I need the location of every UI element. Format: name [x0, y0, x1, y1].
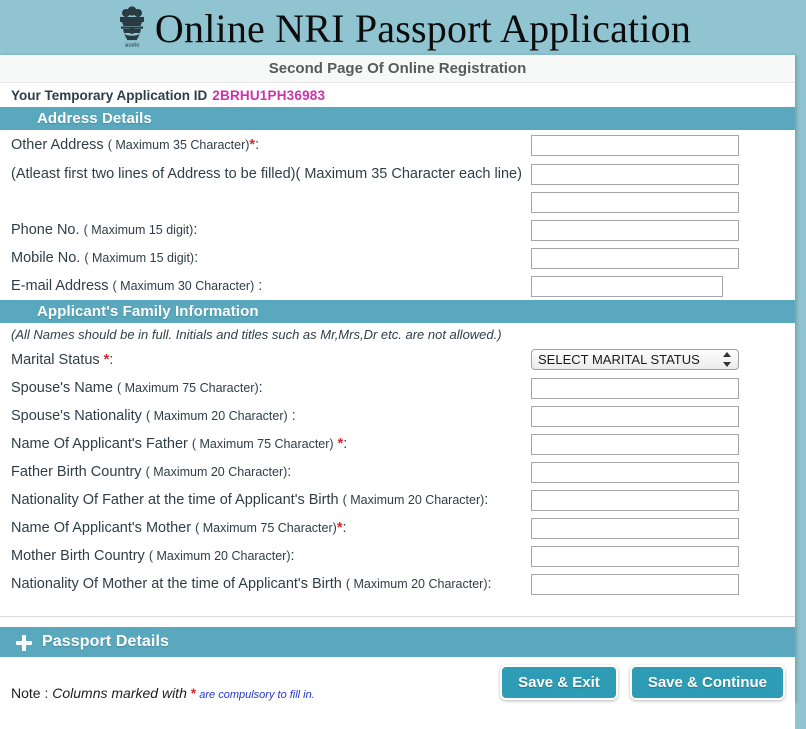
- application-id-value: 2BRHU1PH36983: [212, 87, 326, 103]
- section-header-family-information: Applicant's Family Information: [0, 300, 795, 323]
- phone-no-input[interactable]: [531, 219, 739, 241]
- spouse-nationality-input[interactable]: [531, 405, 739, 427]
- spouse-name-input[interactable]: [531, 377, 739, 399]
- father-birth-country-input[interactable]: [531, 461, 739, 483]
- field-row-marital-status: Marital Status *: SELECT MARITAL STATUS: [0, 345, 795, 374]
- label-address-hint: (Atleast first two lines of Address to b…: [11, 166, 522, 182]
- label-father-nationality-at-birth: Nationality Of Father at the time of App…: [11, 492, 489, 508]
- mobile-no-input[interactable]: [531, 247, 739, 269]
- label-marital-status: Marital Status *:: [11, 351, 114, 368]
- save-and-exit-button[interactable]: Save & Exit: [500, 665, 618, 700]
- divider-gap: [0, 617, 795, 627]
- label-mobile-no: Mobile No. ( Maximum 15 digit):: [11, 250, 199, 266]
- family-information-form: (All Names should be in full. Initials a…: [0, 323, 795, 627]
- label-mother-nationality-at-birth: Nationality Of Mother at the time of App…: [11, 576, 492, 592]
- svg-text:सत्यमेव: सत्यमेव: [125, 42, 139, 49]
- field-row-mother-name: Name Of Applicant's Mother ( Maximum 75 …: [0, 514, 795, 542]
- field-row-father-name: Name Of Applicant's Father ( Maximum 75 …: [0, 430, 795, 458]
- plus-icon: [16, 635, 32, 651]
- address-details-form: Other Address ( Maximum 35 Character)*: …: [0, 130, 795, 300]
- field-row-father-birth-country: Father Birth Country ( Maximum 20 Charac…: [0, 458, 795, 486]
- field-row-spouse-nationality: Spouse's Nationality ( Maximum 20 Charac…: [0, 402, 795, 430]
- field-row-mobile-no: Mobile No. ( Maximum 15 digit):: [0, 244, 795, 272]
- marital-status-select[interactable]: SELECT MARITAL STATUS: [531, 349, 739, 370]
- note-prefix: Note :: [11, 685, 53, 701]
- note-blue-text: are compulsory to fill in.: [196, 689, 315, 701]
- section-header-passport-details[interactable]: Passport Details: [0, 627, 795, 657]
- label-spouse-nationality: Spouse's Nationality ( Maximum 20 Charac…: [11, 408, 296, 424]
- section-header-address-details: Address Details: [0, 107, 795, 130]
- family-names-note: (All Names should be in full. Initials a…: [11, 326, 502, 342]
- section-title-address: Address Details: [37, 110, 152, 127]
- other-address-line2-input[interactable]: [531, 163, 739, 185]
- app-title: Online NRI Passport Application: [154, 5, 692, 51]
- india-state-emblem-icon: सत्यमेव: [115, 5, 149, 52]
- mother-birth-country-input[interactable]: [531, 545, 739, 567]
- field-row-mother-nationality-at-birth: Nationality Of Mother at the time of App…: [0, 570, 795, 598]
- label-father-name: Name Of Applicant's Father ( Maximum 75 …: [11, 436, 348, 452]
- temporary-application-id-row: Your Temporary Application ID 2BRHU1PH36…: [0, 83, 795, 107]
- email-address-input[interactable]: [531, 275, 723, 297]
- application-id-label: Your Temporary Application ID: [11, 87, 208, 103]
- father-nationality-at-birth-input[interactable]: [531, 489, 739, 511]
- content-sheet: Second Page Of Online Registration Your …: [0, 55, 795, 729]
- mother-nationality-at-birth-input[interactable]: [531, 573, 739, 595]
- form-bottom-gap: [0, 598, 795, 616]
- app-banner: सत्यमेव Online NRI Passport Application: [0, 0, 806, 55]
- label-mother-name: Name Of Applicant's Mother ( Maximum 75 …: [11, 520, 347, 536]
- label-mother-birth-country: Mother Birth Country ( Maximum 20 Charac…: [11, 548, 295, 564]
- marital-status-select-wrap: SELECT MARITAL STATUS: [531, 349, 739, 370]
- section-title-family: Applicant's Family Information: [37, 303, 259, 320]
- field-row-mother-birth-country: Mother Birth Country ( Maximum 20 Charac…: [0, 542, 795, 570]
- save-and-continue-button[interactable]: Save & Continue: [629, 665, 785, 700]
- father-name-input[interactable]: [531, 433, 739, 455]
- field-row-father-nationality-at-birth: Nationality Of Father at the time of App…: [0, 486, 795, 514]
- footer-button-group: Save & Exit Save & Continue: [500, 665, 785, 700]
- field-row-email-address: E-mail Address ( Maximum 30 Character) :: [0, 272, 795, 300]
- field-row-other-address: Other Address ( Maximum 35 Character)*:: [0, 130, 795, 160]
- form-footer: Note : Columns marked with * are compuls…: [0, 657, 795, 729]
- label-father-birth-country: Father Birth Country ( Maximum 20 Charac…: [11, 464, 292, 480]
- label-other-address: Other Address ( Maximum 35 Character)*:: [11, 137, 260, 153]
- label-spouse-name: Spouse's Name ( Maximum 75 Character):: [11, 380, 263, 396]
- note-body: Columns marked with: [52, 685, 191, 701]
- field-row-address-line3: [0, 188, 795, 216]
- mother-name-input[interactable]: [531, 517, 739, 539]
- other-address-line3-input[interactable]: [531, 191, 739, 213]
- section-title-passport: Passport Details: [42, 633, 169, 650]
- field-row-phone-no: Phone No. ( Maximum 15 digit):: [0, 216, 795, 244]
- page-subtitle: Second Page Of Online Registration: [0, 55, 795, 83]
- other-address-line1-input[interactable]: [531, 134, 739, 156]
- compulsory-fields-note: Note : Columns marked with * are compuls…: [11, 685, 315, 701]
- label-email-address: E-mail Address ( Maximum 30 Character) :: [11, 278, 263, 294]
- field-row-spouse-name: Spouse's Name ( Maximum 75 Character):: [0, 374, 795, 402]
- label-phone-no: Phone No. ( Maximum 15 digit):: [11, 222, 198, 238]
- field-row-address-line2: (Atleast first two lines of Address to b…: [0, 160, 795, 188]
